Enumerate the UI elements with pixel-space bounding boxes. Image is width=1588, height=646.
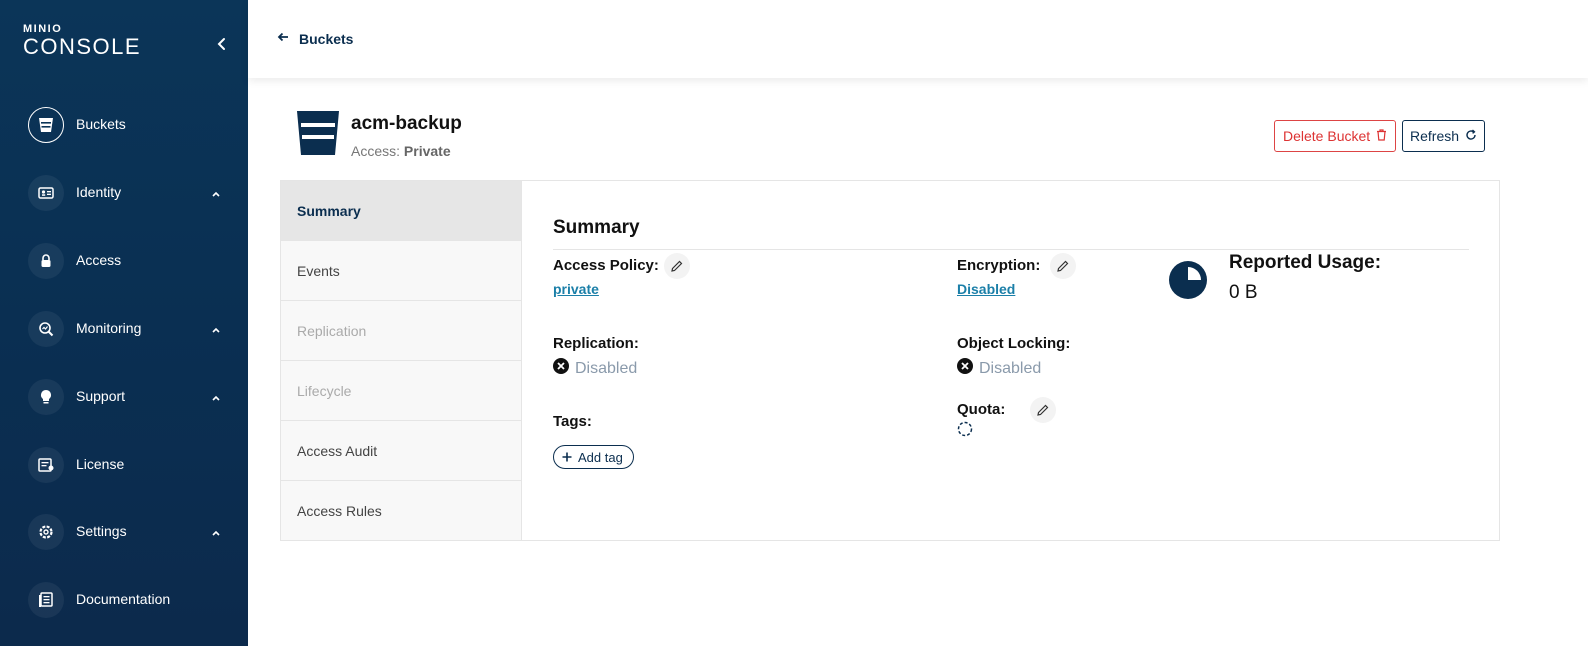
- top-bar: Buckets: [248, 0, 1588, 78]
- document-icon: [28, 582, 64, 618]
- sidebar-item-label: Support: [76, 388, 126, 404]
- sidebar-item-monitoring[interactable]: Monitoring: [0, 304, 248, 354]
- edit-quota-icon[interactable]: [1030, 397, 1056, 423]
- access-policy-label: Access Policy:: [553, 257, 659, 274]
- logo-main-text: CONSOLE: [23, 34, 142, 59]
- reported-usage-value: 0 B: [1229, 282, 1258, 303]
- chevron-up-icon: [210, 391, 222, 403]
- chevron-up-icon: [210, 526, 222, 538]
- sidebar-item-label: Documentation: [76, 591, 171, 607]
- access-value: Private: [403, 143, 451, 159]
- plus-icon: [562, 450, 572, 465]
- loading-spinner-icon: [957, 421, 973, 437]
- bucket-icon: [296, 110, 340, 156]
- arrow-left-icon: [277, 30, 289, 48]
- sidebar-item-license[interactable]: License: [0, 440, 248, 490]
- replication-value: Disabled: [575, 359, 638, 377]
- chevron-up-icon: [210, 323, 222, 335]
- bucket-tabs: Summary Events Replication Lifecycle Acc…: [281, 181, 522, 541]
- sidebar-item-label: Identity: [76, 184, 122, 200]
- edit-encryption-icon[interactable]: [1050, 253, 1076, 279]
- delete-bucket-button[interactable]: Delete Bucket: [1274, 120, 1397, 152]
- replication-status: Disabled: [553, 358, 637, 379]
- sidebar-item-label: License: [76, 456, 125, 472]
- disabled-x-icon: [553, 358, 569, 379]
- sidebar-item-buckets[interactable]: Buckets: [0, 100, 248, 150]
- reported-usage-label: Reported Usage:: [1229, 252, 1382, 273]
- object-locking-value: Disabled: [979, 359, 1042, 377]
- tab-summary[interactable]: Summary: [281, 181, 521, 241]
- encryption-label: Encryption:: [957, 257, 1041, 274]
- chevron-up-icon: [210, 187, 222, 199]
- replication-label: Replication:: [553, 335, 639, 352]
- disabled-x-icon: [957, 358, 973, 379]
- sidebar-item-label: Settings: [76, 523, 127, 539]
- quota-label: Quota:: [957, 401, 1006, 418]
- tab-events[interactable]: Events: [281, 241, 521, 301]
- back-to-buckets-link[interactable]: Buckets: [277, 30, 353, 48]
- back-link-label: Buckets: [299, 31, 354, 47]
- refresh-icon: [1465, 128, 1477, 144]
- bucket-icon: [28, 107, 64, 143]
- bucket-details-panel: Summary Events Replication Lifecycle Acc…: [280, 180, 1500, 541]
- minio-console-logo: MINIO CONSOLE: [23, 24, 141, 58]
- trash-icon: [1376, 128, 1387, 144]
- sidebar-item-access[interactable]: Access: [0, 236, 248, 286]
- sidebar-item-label: Monitoring: [76, 320, 142, 336]
- sidebar-item-label: Buckets: [76, 116, 126, 132]
- collapse-sidebar-icon[interactable]: [214, 34, 230, 54]
- object-locking-status: Disabled: [957, 358, 1041, 379]
- tab-lifecycle[interactable]: Lifecycle: [281, 361, 521, 421]
- license-icon: [28, 447, 64, 483]
- encryption-link[interactable]: Disabled: [957, 281, 1015, 297]
- tags-label: Tags:: [553, 413, 592, 430]
- sidebar-item-documentation[interactable]: Documentation: [0, 575, 248, 625]
- sidebar-item-identity[interactable]: Identity: [0, 168, 248, 218]
- delete-bucket-label: Delete Bucket: [1283, 128, 1371, 144]
- access-prefix: Access:: [351, 143, 401, 159]
- bucket-access: Access: Private: [351, 143, 451, 159]
- object-locking-label: Object Locking:: [957, 335, 1071, 352]
- usage-pie-icon: [1169, 261, 1207, 299]
- sidebar-item-label: Access: [76, 252, 122, 268]
- tab-access-rules[interactable]: Access Rules: [281, 481, 521, 541]
- sidebar-item-support[interactable]: Support: [0, 372, 248, 422]
- lightbulb-icon: [28, 379, 64, 415]
- magnifier-chart-icon: [28, 311, 64, 347]
- refresh-button[interactable]: Refresh: [1402, 120, 1486, 152]
- refresh-label: Refresh: [1410, 128, 1460, 144]
- bucket-name: acm-backup: [351, 113, 462, 134]
- tab-access-audit[interactable]: Access Audit: [281, 421, 521, 481]
- edit-access-policy-icon[interactable]: [664, 253, 690, 279]
- summary-title: Summary: [553, 217, 640, 238]
- sidebar-item-settings[interactable]: Settings: [0, 507, 248, 557]
- id-card-icon: [28, 175, 64, 211]
- add-tag-button[interactable]: Add tag: [553, 445, 634, 469]
- gear-icon: [28, 514, 64, 550]
- lock-icon: [28, 243, 64, 279]
- access-policy-link[interactable]: private: [553, 281, 599, 297]
- tab-replication[interactable]: Replication: [281, 301, 521, 361]
- divider: [553, 249, 1469, 250]
- add-tag-label: Add tag: [578, 449, 623, 465]
- sidebar: MINIO CONSOLE Buckets Identity Access Mo…: [0, 0, 248, 646]
